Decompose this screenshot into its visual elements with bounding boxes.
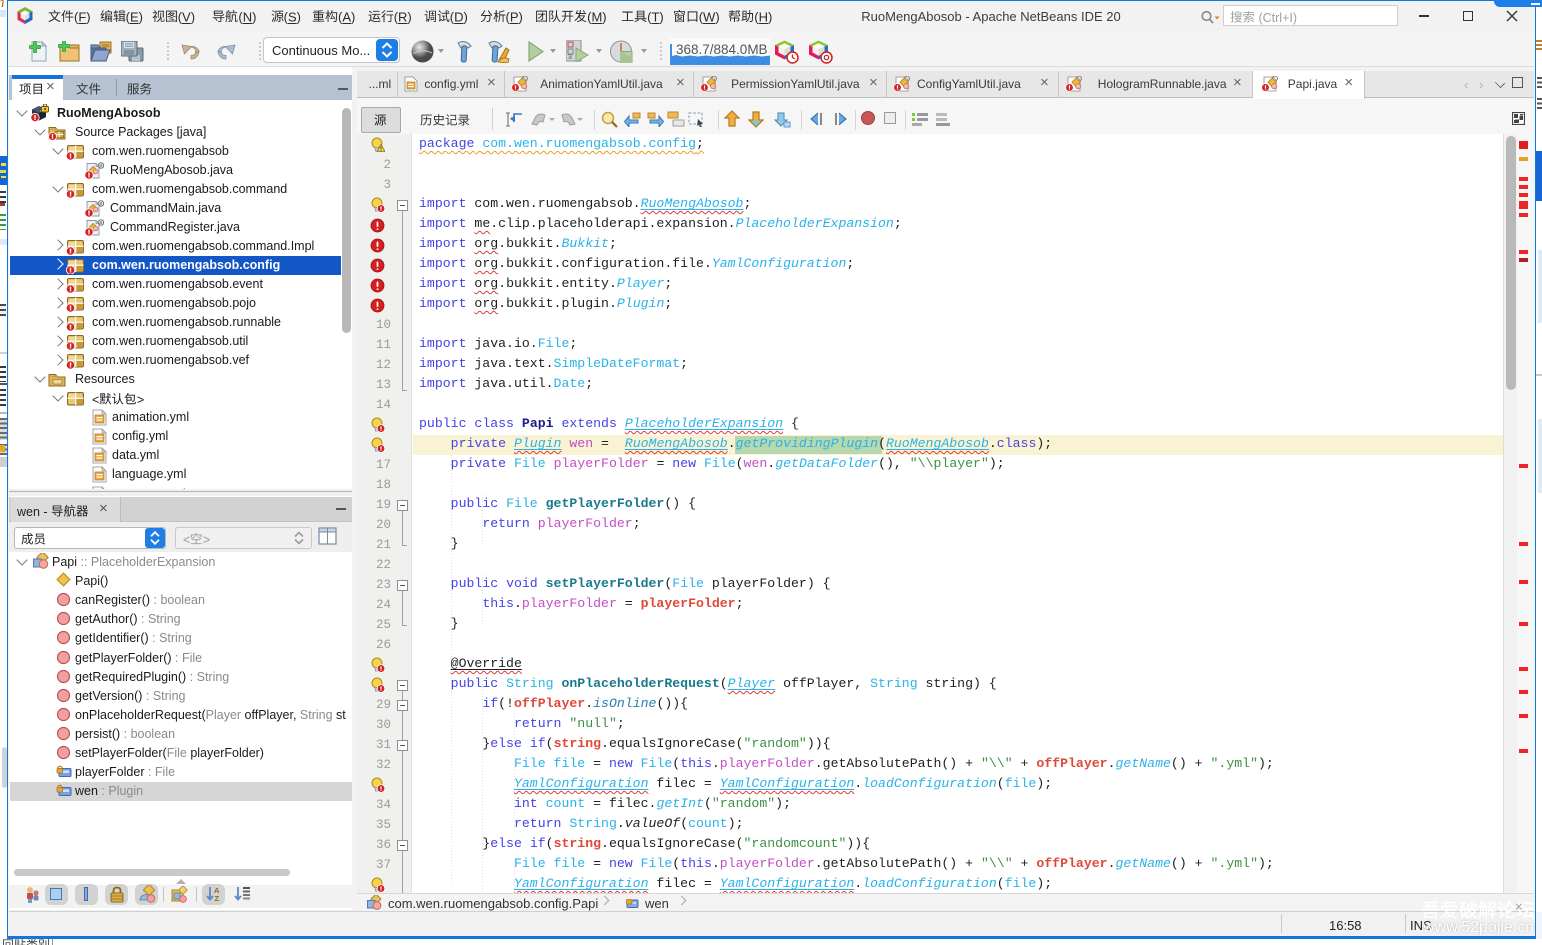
svg-text:Z: Z xyxy=(215,894,220,903)
svg-text:3: 3 xyxy=(568,54,572,61)
